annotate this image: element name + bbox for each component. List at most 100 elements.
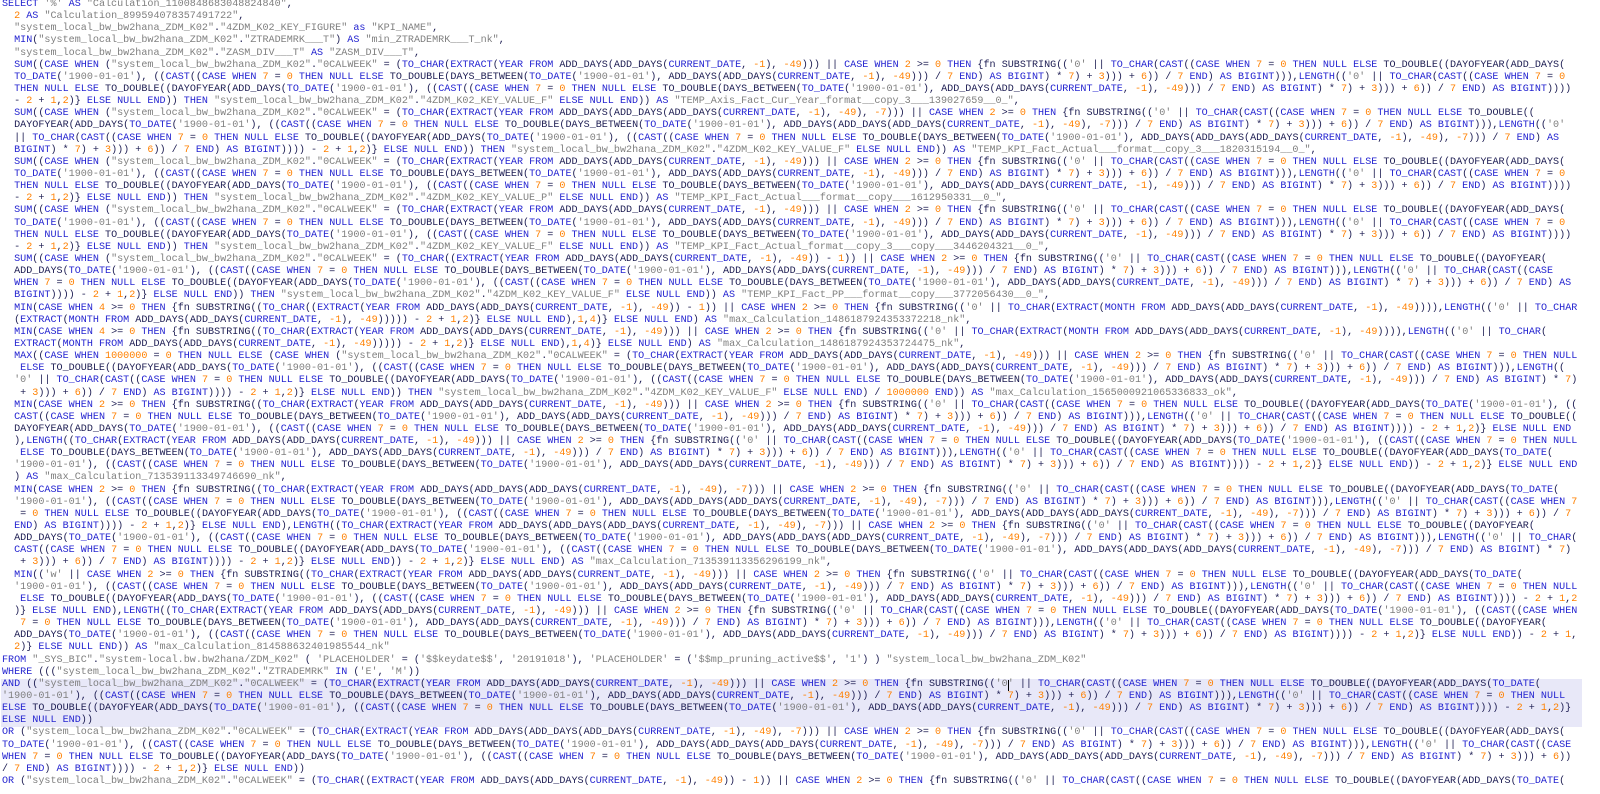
sql-keyword: LENGTH xyxy=(1407,326,1445,338)
number-literal: 7 xyxy=(1019,581,1026,593)
code-line[interactable]: ELSE TO_DOUBLE((DAYOFYEAR(ADD_DAYS(TO_DA… xyxy=(1,594,1600,606)
code-line[interactable]: ELSE TO_DOUBLE((DAYOFYEAR(ADD_DAYS(TO_DA… xyxy=(1,703,1582,716)
sql-keyword: WHEN xyxy=(1504,168,1529,180)
code-line[interactable]: 7 = 0 THEN NULL ELSE TO_DOUBLE(DAYS_BETW… xyxy=(1,618,1600,630)
code-line[interactable]: MAX((CASE WHEN 1000000 = 0 THEN NULL ELS… xyxy=(1,351,1600,363)
code-line[interactable]: SUM((CASE WHEN ("system_local_bw_bw2hana… xyxy=(1,108,1600,120)
code-line[interactable]: "system_local_bw_bw2hana_ZDM_K02"."ZASM_… xyxy=(1,48,1600,60)
code-line[interactable]: '0' || TO_CHAR(CAST((CASE WHEN 7 = 0 THE… xyxy=(1,375,1600,387)
code-line[interactable]: TO_DATE('1900-01-01'), ((CAST((CASE WHEN… xyxy=(1,72,1600,84)
code-line[interactable]: '1900-01-01'), ((CAST((CASE WHEN 7 = 0 T… xyxy=(1,497,1600,509)
code-line[interactable]: '1900-01-01'), ((CAST((CASE WHEN 7 = 0 T… xyxy=(1,582,1600,594)
code-line[interactable]: - 2 + 1,2)} ELSE NULL END)) THEN "system… xyxy=(1,193,1600,205)
code-line[interactable]: TO_DATE('1900-01-01'), ((CAST((CASE WHEN… xyxy=(1,740,1600,752)
code-line[interactable]: - 2 + 1,2)} ELSE NULL END)) THEN "system… xyxy=(1,96,1600,108)
sql-keyword: BIGINT xyxy=(1395,508,1432,520)
sql-keyword: TO_DATE xyxy=(286,618,330,630)
sql-code-area[interactable]: SELECT '%' AS "Calculation_1100848683048… xyxy=(1,0,1600,788)
code-line[interactable]: OR ("system_local_bw_bw2hana_ZDM_K02"."0… xyxy=(1,776,1600,788)
code-line[interactable]: FROM "_SYS_BIC"."system-local.bw.bw2hana… xyxy=(1,655,1600,667)
string-literal: "0CALWEEK" xyxy=(317,156,378,168)
code-line[interactable]: ADD_DAYS(TO_DATE('1900-01-01'), ((CAST((… xyxy=(1,630,1600,642)
code-line[interactable]: MIN(('w' || CASE WHEN 2 >= 0 THEN {fn SU… xyxy=(1,570,1600,582)
code-line[interactable]: BIGINT) * 7) + 3))) + 6)) / 7 END) AS BI… xyxy=(1,145,1600,157)
number-literal: 7 xyxy=(1340,108,1348,120)
code-line[interactable]: ADD_DAYS(TO_DATE('1900-01-01'), ((CAST((… xyxy=(1,266,1600,278)
sql-keyword: ELSE xyxy=(274,132,299,144)
number-literal: 7 xyxy=(111,411,118,423)
code-line[interactable]: '1900-01-01'), ((CAST((CASE WHEN 7 = 0 T… xyxy=(1,691,1582,704)
string-literal: "4ZDM_K02_KEY_VALUE_F" xyxy=(716,144,851,156)
sql-keyword: THEN xyxy=(298,217,324,229)
string-literal: '1' xyxy=(844,654,863,666)
code-line[interactable]: DAYOFYEAR(ADD_DAYS(TO_DATE('1900-01-01')… xyxy=(1,424,1600,436)
code-line[interactable]: ELSE NULL END)) xyxy=(1,715,1582,728)
code-line[interactable]: ELSE TO_DOUBLE(DAYS_BETWEEN(TO_DATE('190… xyxy=(1,448,1600,460)
code-line[interactable]: / 7 END) AS BIGINT)))) - 2 + 1,2)} ELSE … xyxy=(1,764,1600,776)
code-line[interactable]: + 3))) + 6)) / 7 END) AS BIGINT)))) - 2 … xyxy=(1,557,1600,569)
code-line[interactable]: TO_DATE('1900-01-01'), ((CAST((CASE WHEN… xyxy=(1,218,1600,230)
sql-keyword: THEN xyxy=(44,508,69,520)
code-line[interactable]: = 0 THEN NULL ELSE TO_DOUBLE((DAYOFYEAR(… xyxy=(1,509,1600,521)
code-line[interactable]: 2)} ELSE NULL END)) AS "max_Calculation_… xyxy=(1,642,1600,654)
code-line[interactable]: SUM((CASE WHEN ("system_local_bw_bw2hana… xyxy=(1,157,1600,169)
code-line[interactable]: 2 AS "Calculation_899594078357491722", xyxy=(1,11,1600,23)
code-line[interactable]: WHEN 7 = 0 THEN NULL ELSE TO_DOUBLE((DAY… xyxy=(1,278,1600,290)
code-line[interactable]: MIN("system_local_bw_bw2hana_ZDM_K02"."Z… xyxy=(1,35,1600,47)
code-line[interactable]: - 2 + 1,2)} ELSE NULL END)) THEN "system… xyxy=(1,242,1600,254)
code-line[interactable]: END) AS BIGINT)))) - 2 + 1,2)} ELSE NULL… xyxy=(1,521,1600,533)
sql-keyword: TO_DATE xyxy=(1474,569,1517,581)
sql-keyword: END xyxy=(147,193,166,205)
code-line[interactable]: SUM((CASE WHEN ("system_local_bw_bw2hana… xyxy=(1,205,1600,217)
sql-keyword: NULL xyxy=(444,120,469,132)
sql-keyword: CASE xyxy=(141,375,166,387)
number-literal: 1 xyxy=(50,193,57,205)
code-line[interactable]: MIN(CASE WHEN 4 >= 0 THEN {fn SUBSTRING(… xyxy=(1,303,1600,315)
sql-keyword: TO_CHAR xyxy=(1528,533,1572,545)
code-line[interactable]: MIN(CASE WHEN 2 >= 0 THEN {fn SUBSTRING(… xyxy=(1,485,1600,497)
code-line[interactable]: THEN NULL ELSE TO_DOUBLE((DAYOFYEAR(ADD_… xyxy=(1,84,1600,96)
code-line[interactable]: ) AS "max_Calculation_713539113349746690… xyxy=(1,472,1600,484)
code-line[interactable]: MIN(CASE WHEN 4 >= 0 THEN {fn SUBSTRING(… xyxy=(1,327,1600,339)
sql-keyword: LENGTH xyxy=(292,521,330,533)
code-line[interactable]: CAST((CASE WHEN 7 = 0 THEN NULL ELSE TO_… xyxy=(1,545,1600,557)
code-line[interactable]: WHERE ((("system_local_bw_bw2hana_ZDM_K0… xyxy=(1,667,1600,679)
code-line[interactable]: THEN NULL ELSE TO_DOUBLE((DAYOFYEAR(ADD_… xyxy=(1,181,1600,193)
code-line[interactable]: ),LENGTH((TO_CHAR(EXTRACT(YEAR FROM ADD_… xyxy=(1,436,1600,448)
code-line[interactable]: SUM((CASE WHEN ("system_local_bw_bw2hana… xyxy=(1,254,1600,266)
code-line[interactable]: EXTRACT(MONTH FROM ADD_DAYS(ADD_DAYS(CUR… xyxy=(1,339,1600,351)
code-line[interactable]: BIGINT)))) - 2 + 1,2)} ELSE NULL END)) T… xyxy=(1,290,1600,302)
code-line[interactable]: MIN(CASE WHEN 2 >= 0 THEN {fn SUBSTRING(… xyxy=(1,400,1600,412)
code-line[interactable]: (EXTRACT(MONTH FROM ADD_DAYS(ADD_DAYS(CU… xyxy=(1,315,1600,327)
number-literal: 2 xyxy=(456,338,463,350)
number-literal: 7 xyxy=(1450,83,1457,95)
code-line[interactable]: WHEN 7 = 0 THEN NULL ELSE TO_DOUBLE((DAY… xyxy=(1,752,1600,764)
code-line[interactable]: '1900-01-01'), ((CAST((CASE WHEN 7 = 0 T… xyxy=(1,460,1600,472)
code-line[interactable]: OR ("system_local_bw_bw2hana_ZDM_K02"."0… xyxy=(1,727,1600,739)
sql-keyword: END xyxy=(1177,593,1196,605)
code-line[interactable]: ADD_DAYS(TO_DATE('1900-01-01'), ((CAST((… xyxy=(1,533,1600,545)
number-literal: 7 xyxy=(1116,399,1123,411)
sql-editor[interactable]: SELECT '%' AS "Calculation_1100848683048… xyxy=(0,0,1600,794)
sql-keyword: ELSE xyxy=(129,751,154,763)
code-line[interactable]: DAYOFYEAR(ADD_DAYS(TO_DATE('1900-01-01')… xyxy=(1,120,1600,132)
sql-keyword: WHEN xyxy=(1225,59,1251,71)
code-line[interactable]: SELECT '%' AS "Calculation_1100848683048… xyxy=(1,0,1600,11)
code-line[interactable]: + 3))) + 6)) / 7 END) AS BIGINT)))) - 2 … xyxy=(1,388,1600,400)
code-line[interactable]: THEN NULL ELSE TO_DOUBLE((DAYOFYEAR(ADD_… xyxy=(1,230,1600,242)
sql-keyword: AS xyxy=(941,460,954,472)
code-line[interactable]: TO_DATE('1900-01-01'), ((CAST((CASE WHEN… xyxy=(1,169,1600,181)
code-line[interactable]: || TO_CHAR(CAST((CASE WHEN 7 = 0 THEN NU… xyxy=(1,133,1600,145)
number-literal: 0 xyxy=(1365,108,1372,120)
sql-keyword: END xyxy=(1225,496,1245,508)
sql-keyword: CURRENT_DATE xyxy=(1050,229,1123,241)
sql-keyword: NULL xyxy=(589,96,614,108)
code-line[interactable]: ELSE TO_DOUBLE((DAYOFYEAR(ADD_DAYS(TO_DA… xyxy=(1,363,1600,375)
code-line[interactable]: CAST((CASE WHEN 7 = 0 THEN NULL ELSE TO_… xyxy=(1,412,1600,424)
sql-keyword: CAST xyxy=(1437,217,1463,229)
code-line[interactable]: SUM((CASE WHEN ("system_local_bw_bw2hana… xyxy=(1,60,1600,72)
code-line[interactable]: AND (("system_local_bw_bw2hana_ZDM_K02".… xyxy=(1,678,1582,692)
sql-keyword: CASE xyxy=(189,739,215,751)
code-line[interactable]: )} ELSE NULL END),LENGTH((TO_CHAR(EXTRAC… xyxy=(1,606,1600,618)
code-line[interactable]: "system_local_bw_bw2hana_ZDM_K02"."4ZDM_… xyxy=(1,23,1600,35)
